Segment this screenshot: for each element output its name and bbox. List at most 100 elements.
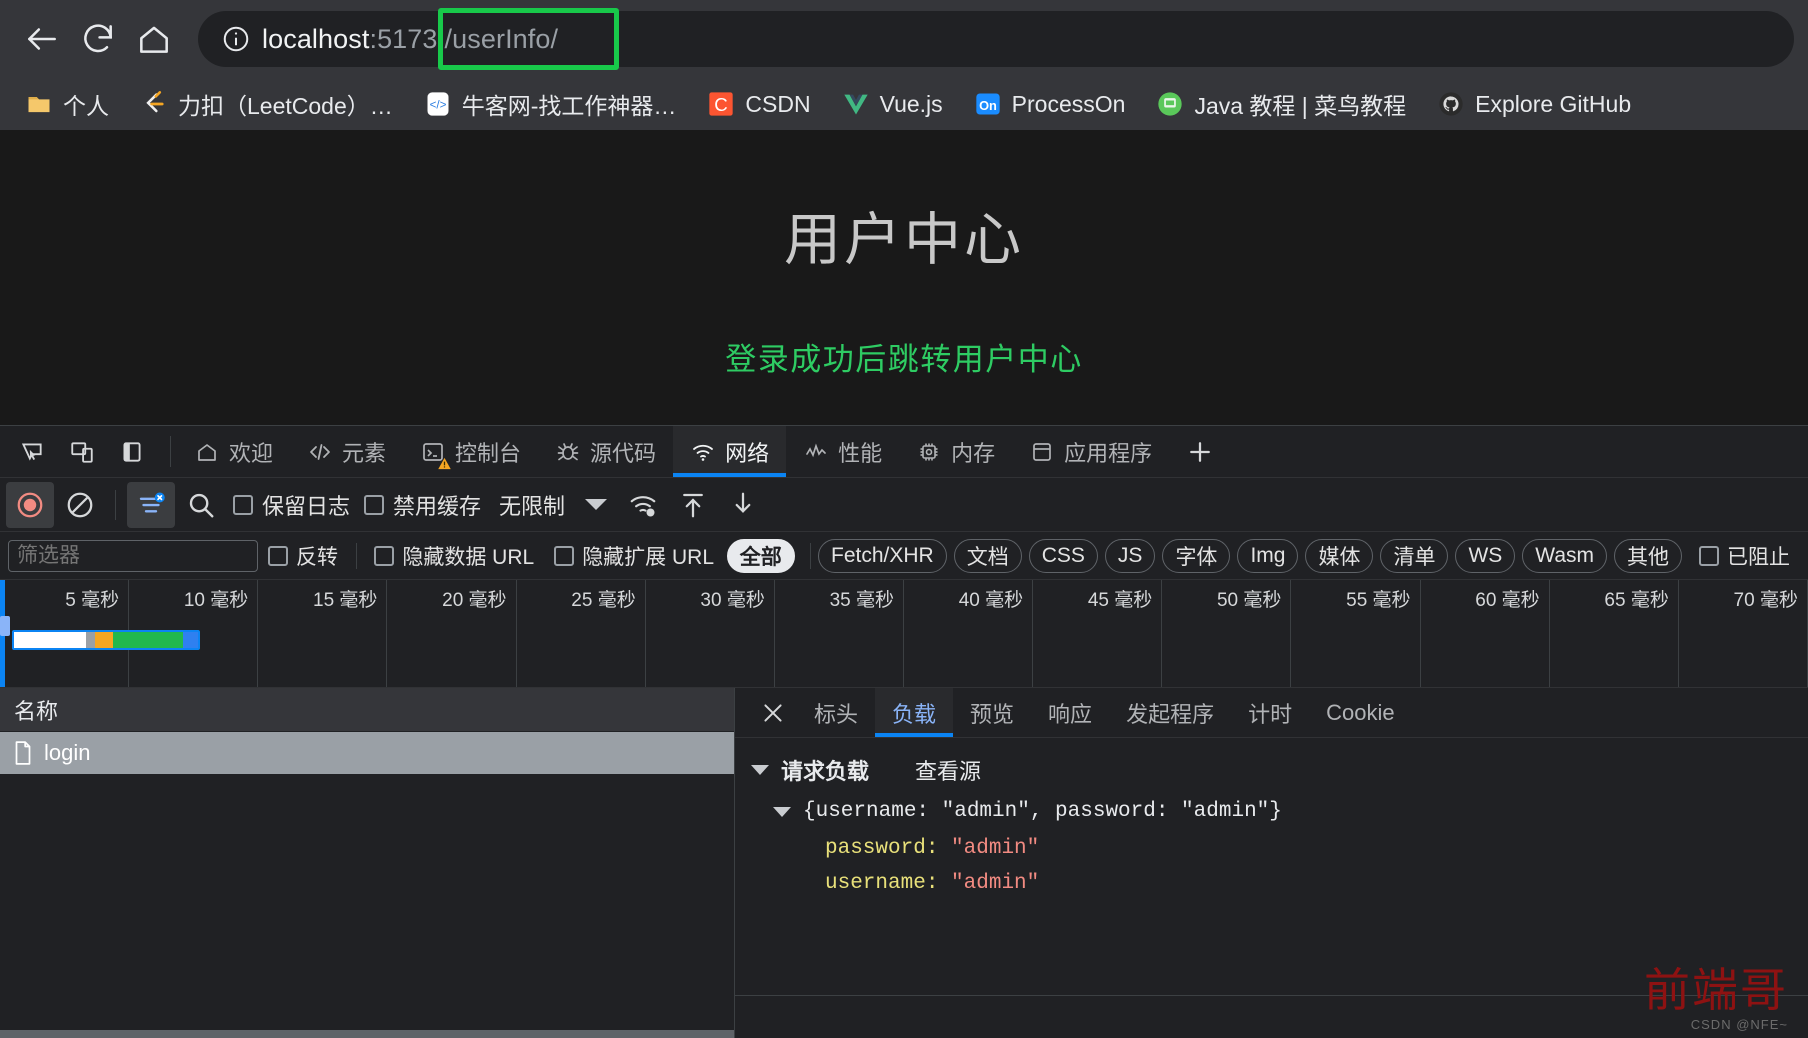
network-timeline-overview[interactable]: 5 毫秒 10 毫秒 15 毫秒 20 毫秒 25 毫秒 30 毫秒 35 毫秒… [0, 580, 1808, 688]
network-conditions-button[interactable] [619, 482, 667, 528]
blocked-label: 已阻止 [1727, 545, 1790, 569]
type-chip-all[interactable]: 全部 [726, 538, 795, 573]
inspect-element-button[interactable] [10, 432, 54, 472]
horizontal-scrollbar[interactable] [0, 1030, 734, 1038]
detail-tab-response[interactable]: 响应 [1031, 688, 1109, 737]
type-chip-ws[interactable]: WS [1455, 538, 1516, 573]
inspect-element-icon [21, 442, 42, 461]
back-button[interactable] [14, 11, 70, 67]
bookmark-nowcoder[interactable]: </> 牛客网-找工作神器… [413, 83, 687, 125]
toolbar-divider [170, 436, 171, 467]
bookmark-runoob[interactable]: Java 教程 | 菜鸟教程 [1145, 83, 1416, 125]
bookmark-vuejs[interactable]: Vue.js [831, 85, 953, 123]
tab-elements[interactable]: 元素 [290, 426, 403, 477]
hide-extension-urls-checkbox[interactable]: 隐藏扩展 URL [544, 541, 724, 571]
clear-button[interactable] [56, 482, 104, 528]
reload-button[interactable] [70, 11, 126, 67]
bookmark-label: Vue.js [879, 90, 943, 117]
type-chip-font[interactable]: 字体 [1162, 538, 1231, 573]
tab-memory[interactable]: 内存 [899, 426, 1012, 477]
detail-tab-cookie[interactable]: Cookie [1309, 688, 1411, 737]
browser-window: localhost:5173/userInfo/ 个人 力扣（LeetCode… [0, 0, 1808, 1038]
detail-tabbar: 标头 负载 预览 响应 发起程序 计时 Cookie [735, 688, 1808, 738]
download-arrow-icon [735, 492, 751, 513]
tab-application[interactable]: 应用程序 [1012, 426, 1169, 477]
type-chip-css[interactable]: CSS [1028, 538, 1098, 573]
triangle-down-icon [751, 765, 769, 775]
tab-label: 元素 [342, 440, 387, 466]
plus-icon [1190, 441, 1210, 462]
detail-tab-timing[interactable]: 计时 [1231, 688, 1309, 737]
tab-network[interactable]: 网络 [673, 426, 787, 477]
payload-section-title: 请求负载 [781, 759, 870, 784]
hide-data-urls-checkbox[interactable]: 隐藏数据 URL [364, 541, 544, 571]
tick-label: 70 毫秒 [1679, 580, 1808, 616]
browser-chrome: localhost:5173/userInfo/ 个人 力扣（LeetCode… [0, 0, 1808, 130]
processon-icon: On [973, 89, 1003, 119]
table-row[interactable]: login [0, 732, 734, 774]
devtools-left-icons [0, 426, 164, 477]
device-toolbar-button[interactable] [60, 432, 104, 472]
timeline-drag-handle[interactable] [0, 616, 10, 636]
disable-cache-checkbox[interactable]: 禁用缓存 [358, 489, 487, 521]
tab-performance[interactable]: 性能 [786, 426, 899, 477]
detail-tab-headers[interactable]: 标头 [797, 688, 875, 737]
throttling-select[interactable]: 无限制 [489, 489, 617, 521]
search-button[interactable] [177, 482, 225, 528]
code-brackets-icon [307, 439, 333, 465]
tab-console[interactable]: 控制台 [403, 426, 538, 477]
close-detail-button[interactable] [749, 688, 797, 737]
type-chip-media[interactable]: 媒体 [1305, 538, 1374, 573]
payload-value: "admin" [951, 872, 1040, 895]
console-icon [420, 439, 451, 469]
bookmark-github[interactable]: Explore GitHub [1426, 85, 1641, 123]
detail-tab-payload[interactable]: 负载 [875, 688, 954, 737]
tick-label: 65 毫秒 [1550, 580, 1679, 616]
payload-object-row[interactable]: {username: "admin", password: "admin"} [773, 800, 1808, 823]
bookmark-csdn[interactable]: C CSDN [696, 85, 820, 123]
checkbox-box [268, 545, 288, 566]
type-chip-doc[interactable]: 文档 [953, 538, 1022, 573]
bookmark-processon[interactable]: On ProcessOn [963, 85, 1136, 123]
add-panel-button[interactable] [1169, 426, 1231, 477]
type-chip-img[interactable]: Img [1237, 538, 1299, 573]
filter-input[interactable] [8, 539, 258, 572]
payload-content: 请求负载 查看源 {username: "admin", password: "… [735, 738, 1808, 1038]
type-chip-wasm[interactable]: Wasm [1522, 538, 1607, 573]
timeline-segment-download [113, 632, 184, 648]
type-chip-manifest[interactable]: 清单 [1380, 538, 1449, 573]
type-chip-js[interactable]: JS [1104, 538, 1156, 573]
type-chip-fetch-xhr[interactable]: Fetch/XHR [818, 538, 947, 573]
record-button[interactable] [6, 481, 54, 528]
detail-tab-preview[interactable]: 预览 [953, 688, 1031, 737]
blocked-checkbox[interactable]: 已阻止 [1689, 541, 1800, 571]
tick-label: 15 毫秒 [258, 580, 388, 616]
document-icon [12, 740, 34, 766]
type-chip-other[interactable]: 其他 [1614, 538, 1682, 573]
site-info-icon[interactable] [216, 19, 256, 59]
back-arrow-icon [28, 28, 56, 50]
invert-checkbox[interactable]: 反转 [258, 541, 348, 571]
address-bar[interactable]: localhost:5173/userInfo/ [198, 8, 1794, 70]
tab-label: 性能 [838, 440, 883, 466]
bookmark-label: 个人 [63, 93, 109, 119]
tab-welcome[interactable]: 欢迎 [177, 426, 290, 477]
triangle-down-icon [773, 806, 791, 817]
export-har-button[interactable] [719, 482, 767, 528]
view-source-link[interactable]: 查看源 [915, 754, 981, 786]
payload-section-header[interactable]: 请求负载 查看源 [751, 754, 1808, 786]
tick-label: 55 毫秒 [1291, 580, 1421, 616]
tick-label: 35 毫秒 [775, 580, 904, 616]
tab-sources[interactable]: 源代码 [538, 426, 673, 477]
filter-toggle-button[interactable] [127, 481, 175, 528]
bookmark-leetcode[interactable]: 力扣（LeetCode）… [129, 83, 403, 125]
page-viewport: 用户中心 登录成功后跳转用户中心 [0, 130, 1808, 425]
bookmark-personal[interactable]: 个人 [14, 83, 119, 125]
dock-side-button[interactable] [110, 432, 154, 472]
import-har-button[interactable] [669, 482, 717, 528]
preserve-log-checkbox[interactable]: 保留日志 [227, 489, 356, 521]
network-body: 名称 login 标头 负载 预览 响应 发起程序 计时 Cookie 请求负载… [0, 688, 1808, 1038]
home-button[interactable] [126, 11, 182, 67]
runoob-icon [1155, 89, 1185, 119]
detail-tab-initiator[interactable]: 发起程序 [1109, 688, 1231, 737]
